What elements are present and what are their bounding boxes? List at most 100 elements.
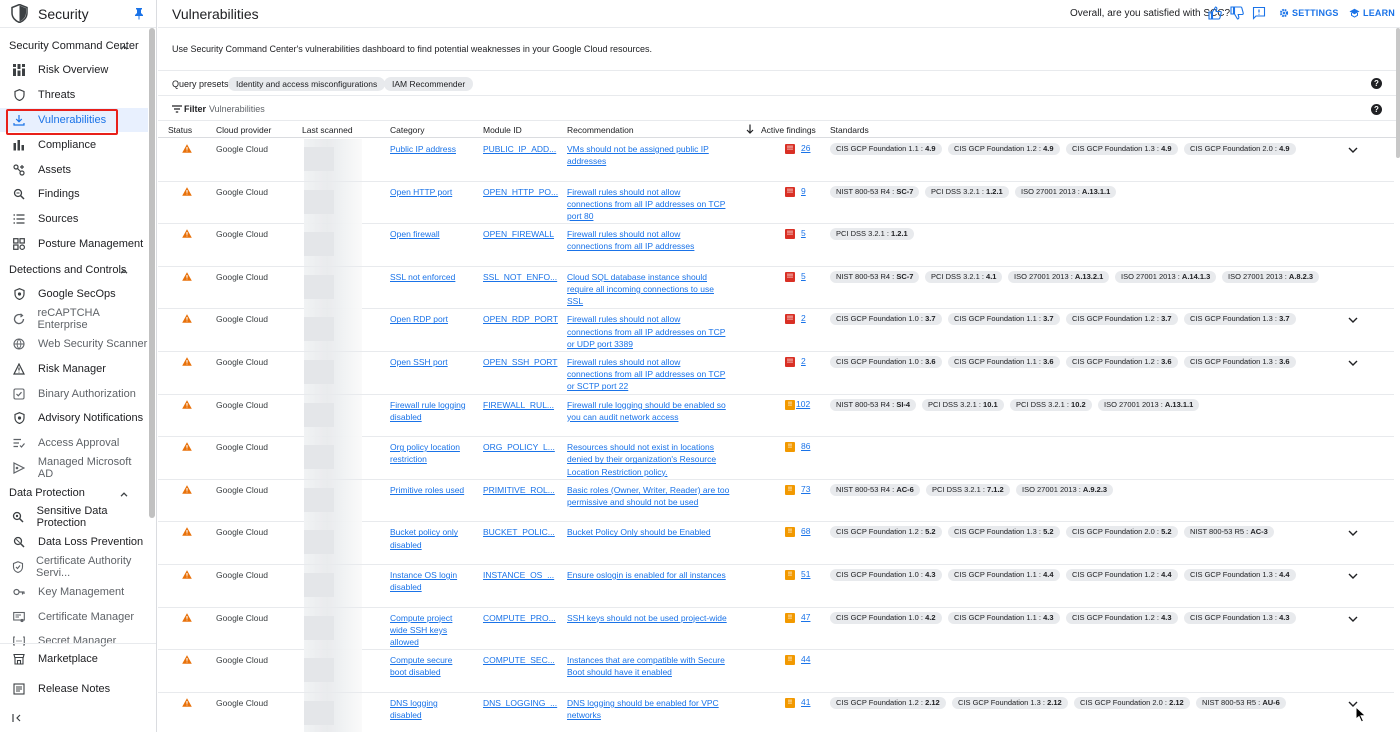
recommendation-link[interactable]: Firewall rules should not allow connectio… [567,186,725,223]
column-header-category[interactable]: Category [390,125,425,135]
table-row[interactable]: Google Cloud Primitive roles used PRIMITIV… [158,479,1394,523]
category-link[interactable]: Firewall rule logging disabled [390,399,466,423]
sidebar-item-risk-manager[interactable]: Risk Manager [0,356,148,381]
module-id-link[interactable]: COMPUTE_PRO... [483,612,556,624]
sidebar-item-binary-authorization[interactable]: Binary Authorization [0,381,148,406]
module-id-link[interactable]: DNS_LOGGING_... [483,697,557,709]
table-row[interactable]: Google Cloud Org policy location restricti… [158,437,1394,480]
module-id-link[interactable]: PRIMITIVE_ROL... [483,484,555,496]
expand-row-chevron-down-icon[interactable] [1348,527,1358,539]
table-row[interactable]: Google Cloud Open SSH port OPEN_SSH_PORT Fi… [158,352,1394,395]
sidebar-section-security-command-center[interactable]: Security Command Center [0,34,150,58]
expand-row-chevron-down-icon[interactable] [1348,144,1358,156]
sidebar-section-data-protection[interactable]: Data Protection [0,481,150,505]
sidebar-item-key-management[interactable]: Key Management [0,579,148,604]
recommendation-link[interactable]: Firewall rule logging should be enabled … [567,399,726,423]
presets-help-icon[interactable]: ? [1371,78,1382,89]
active-findings-count[interactable]: 26 [801,143,810,153]
module-id-link[interactable]: BUCKET_POLIC... [483,526,555,538]
recommendation-link[interactable]: SSH keys should not be used project-wide [567,612,727,624]
active-findings-count[interactable]: 51 [801,569,810,579]
sidebar-item-posture-management[interactable]: Posture Management [0,232,148,257]
recommendation-link[interactable]: DNS logging should be enabled for VPC net… [567,697,719,721]
sidebar-item-sensitive-data-protection[interactable]: Sensitive Data Protection [0,505,148,530]
sidebar-item-managed-microsoft-ad[interactable]: Managed Microsoft AD [0,456,148,481]
expand-row-chevron-down-icon[interactable] [1348,613,1358,625]
category-link[interactable]: Open SSH port [390,356,448,368]
sidebar-item-compliance[interactable]: Compliance [0,132,148,157]
active-findings-count[interactable]: 41 [801,697,810,707]
category-link[interactable]: Open HTTP port [390,186,452,198]
module-id-link[interactable]: SSL_NOT_ENFO... [483,271,557,283]
main-scrollbar[interactable] [1396,28,1400,158]
module-id-link[interactable]: OPEN_SSH_PORT [483,356,557,368]
module-id-link[interactable]: ORG_POLICY_L... [483,441,555,453]
table-row[interactable]: Google Cloud Open RDP port OPEN_RDP_PORT Fi… [158,309,1394,352]
table-row[interactable]: Google Cloud Open firewall OPEN_FIREWALL Fi… [158,224,1394,267]
module-id-link[interactable]: COMPUTE_SEC... [483,654,555,666]
sidebar-item-certificate-manager[interactable]: Certificate Manager [0,604,148,629]
recommendation-link[interactable]: Firewall rules should not allow connectio… [567,228,694,252]
category-link[interactable]: Public IP address [390,143,456,155]
category-link[interactable]: SSL not enforced [390,271,455,283]
table-row[interactable]: Google Cloud Firewall rule logging disable… [158,394,1394,438]
sidebar-item-certificate-authority-servi[interactable]: Certificate Authority Servi... [0,555,148,580]
recommendation-link[interactable]: Bucket Policy Only should be Enabled [567,526,711,538]
feedback-icon[interactable] [1252,6,1266,20]
expand-row-chevron-down-icon[interactable] [1348,314,1358,326]
recommendation-link[interactable]: Basic roles (Owner, Writer, Reader) are … [567,484,729,508]
active-findings-count[interactable]: 5 [801,228,806,238]
sidebar-section-detections-and-controls[interactable]: Detections and Controls [0,258,150,282]
table-row[interactable]: Google Cloud DNS logging disabled DNS_LOGGI… [158,692,1394,732]
module-id-link[interactable]: OPEN_FIREWALL [483,228,554,240]
category-link[interactable]: DNS logging disabled [390,697,438,721]
recommendation-link[interactable]: Cloud SQL database instance should requir… [567,271,714,308]
preset-chip-iam-recommender[interactable]: IAM Recommender [384,77,474,91]
expand-row-chevron-down-icon[interactable] [1348,357,1358,369]
table-row[interactable]: Google Cloud Instance OS login disabled INS… [158,565,1394,608]
column-header-cloud-provider[interactable]: Cloud provider [216,125,271,135]
sidebar-item-findings[interactable]: Findings [0,182,148,207]
filter-help-icon[interactable]: ? [1371,104,1382,115]
module-id-link[interactable]: OPEN_RDP_PORT [483,313,558,325]
category-link[interactable]: Org policy location restriction [390,441,460,465]
sidebar-item-marketplace[interactable]: Marketplace [0,644,156,674]
thumbs-down-icon[interactable] [1230,6,1244,20]
column-header-module-id[interactable]: Module ID [483,125,522,135]
sidebar-item-assets[interactable]: Assets [0,157,148,182]
sidebar-item-vulnerabilities[interactable]: Vulnerabilities [0,107,148,135]
recommendation-link[interactable]: Firewall rules should not allow connectio… [567,356,725,393]
sidebar-item-google-secops[interactable]: Google SecOps [0,282,148,307]
active-findings-count[interactable]: 5 [801,271,806,281]
sidebar-item-threats[interactable]: Threats [0,83,148,108]
category-link[interactable]: Bucket policy only disabled [390,526,458,550]
preset-chip-identity-and-access-misconfigurations[interactable]: Identity and access misconfigurations [228,77,386,91]
category-link[interactable]: Open firewall [390,228,440,240]
thumbs-up-icon[interactable] [1208,6,1222,20]
column-header-last-scanned[interactable]: Last scanned [302,125,353,135]
table-row[interactable]: Google Cloud Public IP address PUBLIC_IP_A… [158,139,1394,182]
table-row[interactable]: Google Cloud Compute project wide SSH keys… [158,607,1394,651]
active-findings-count[interactable]: 44 [801,654,810,664]
module-id-link[interactable]: INSTANCE_OS_... [483,569,554,581]
module-id-link[interactable]: FIREWALL_RUL... [483,399,554,411]
category-link[interactable]: Compute secure boot disabled [390,654,452,678]
recommendation-link[interactable]: VMs should not be assigned public IP addr… [567,143,709,167]
category-link[interactable]: Compute project wide SSH keys allowed [390,612,452,649]
sidebar-item-release-notes[interactable]: Release Notes [0,674,156,704]
active-findings-count[interactable]: 86 [801,441,810,451]
column-header-status[interactable]: Status [168,125,192,135]
active-findings-count[interactable]: 2 [801,356,806,366]
sidebar-item-web-security-scanner[interactable]: Web Security Scanner [0,332,148,357]
recommendation-link[interactable]: Ensure oslogin is enabled for all instan… [567,569,726,581]
expand-row-chevron-down-icon[interactable] [1348,570,1358,582]
active-findings-count[interactable]: 9 [801,186,806,196]
column-header-active-findings[interactable]: Active findings [761,125,816,135]
active-findings-count[interactable]: 2 [801,313,806,323]
table-row[interactable]: Google Cloud SSL not enforced SSL_NOT_ENFO… [158,266,1394,310]
sidebar-item-risk-overview[interactable]: Risk Overview [0,58,148,83]
recommendation-link[interactable]: Firewall rules should not allow connectio… [567,313,725,350]
active-findings-count[interactable]: 68 [801,526,810,536]
sidebar-item-access-approval[interactable]: Access Approval [0,431,148,456]
active-findings-count[interactable]: 47 [801,612,810,622]
